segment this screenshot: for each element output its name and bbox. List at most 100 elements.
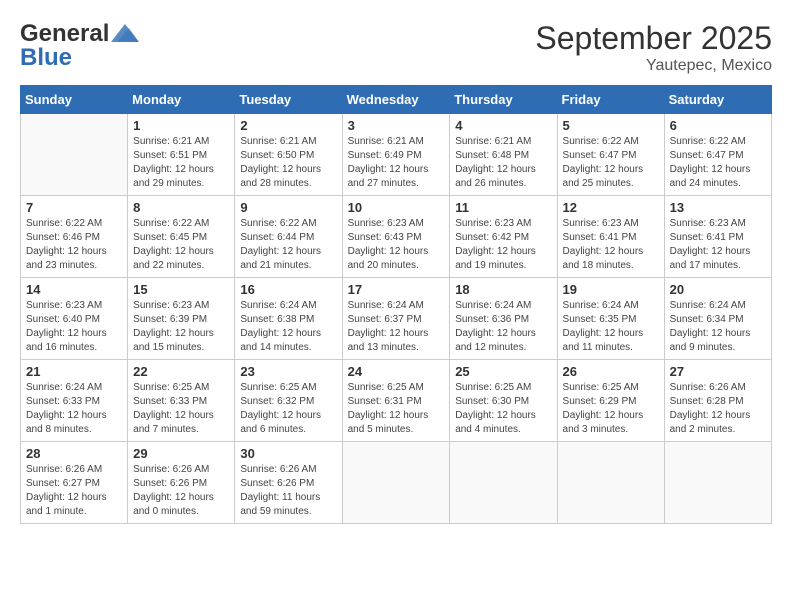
day-info: Sunrise: 6:25 AM Sunset: 6:29 PM Dayligh… <box>563 381 659 437</box>
calendar-cell: 10 Sunrise: 6:23 AM Sunset: 6:43 PM Dayli… <box>342 196 450 278</box>
day-number: 1 <box>133 118 229 133</box>
calendar-cell: 4 Sunrise: 6:21 AM Sunset: 6:48 PM Daylig… <box>450 114 557 196</box>
day-number: 18 <box>455 282 551 297</box>
calendar-cell: 24Sunrise: 6:25 AM Sunset: 6:31 PM Dayli… <box>342 360 450 442</box>
day-number: 13 <box>670 200 766 215</box>
calendar-cell <box>557 442 664 524</box>
calendar-cell <box>664 442 771 524</box>
day-number: 4 <box>455 118 551 133</box>
day-number: 5 <box>563 118 659 133</box>
day-info: Sunrise: 6:23 AM Sunset: 6:40 PM Dayligh… <box>26 299 122 355</box>
calendar-cell <box>450 442 557 524</box>
day-number: 2 <box>240 118 336 133</box>
calendar-cell: 23 Sunrise: 6:25 AM Sunset: 6:32 PM Dayli… <box>235 360 342 442</box>
calendar-cell: 2 Sunrise: 6:21 AM Sunset: 6:50 PM Daylig… <box>235 114 342 196</box>
calendar-cell: 3Sunrise: 6:21 AM Sunset: 6:49 PM Daylig… <box>342 114 450 196</box>
week-row-5: 28 Sunrise: 6:26 AM Sunset: 6:27 PM Dayli… <box>21 442 772 524</box>
day-info: Sunrise: 6:26 AM Sunset: 6:28 PM Dayligh… <box>670 381 766 437</box>
column-header-sunday: Sunday <box>21 86 128 114</box>
day-number: 27 <box>670 364 766 379</box>
day-info: Sunrise: 6:24 AM Sunset: 6:38 PM Dayligh… <box>240 299 336 355</box>
calendar-cell: 7 Sunrise: 6:22 AM Sunset: 6:46 PM Daylig… <box>21 196 128 278</box>
day-info: Sunrise: 6:24 AM Sunset: 6:34 PM Dayligh… <box>670 299 766 355</box>
calendar-cell: 5 Sunrise: 6:22 AM Sunset: 6:47 PM Daylig… <box>557 114 664 196</box>
day-number: 15 <box>133 282 229 297</box>
calendar-cell: 1Sunrise: 6:21 AM Sunset: 6:51 PM Daylig… <box>128 114 235 196</box>
calendar-cell: 26 Sunrise: 6:25 AM Sunset: 6:29 PM Dayli… <box>557 360 664 442</box>
day-info: Sunrise: 6:22 AM Sunset: 6:46 PM Dayligh… <box>26 217 122 273</box>
day-number: 20 <box>670 282 766 297</box>
week-row-2: 7 Sunrise: 6:22 AM Sunset: 6:46 PM Daylig… <box>21 196 772 278</box>
day-number: 29 <box>133 446 229 461</box>
day-number: 12 <box>563 200 659 215</box>
day-info: Sunrise: 6:24 AM Sunset: 6:33 PM Dayligh… <box>26 381 122 437</box>
day-number: 26 <box>563 364 659 379</box>
calendar-cell: 28 Sunrise: 6:26 AM Sunset: 6:27 PM Dayli… <box>21 442 128 524</box>
day-info: Sunrise: 6:26 AM Sunset: 6:27 PM Dayligh… <box>26 463 122 519</box>
day-info: Sunrise: 6:22 AM Sunset: 6:47 PM Dayligh… <box>670 135 766 191</box>
day-number: 11 <box>455 200 551 215</box>
day-number: 9 <box>240 200 336 215</box>
day-info: Sunrise: 6:25 AM Sunset: 6:31 PM Dayligh… <box>348 381 445 437</box>
day-info: Sunrise: 6:21 AM Sunset: 6:48 PM Dayligh… <box>455 135 551 191</box>
logo-icon <box>111 24 139 44</box>
page-header: General Blue September 2025 Yautepec, Me… <box>20 20 772 75</box>
day-number: 22 <box>133 364 229 379</box>
title-block: September 2025 Yautepec, Mexico <box>535 20 772 75</box>
day-info: Sunrise: 6:24 AM Sunset: 6:35 PM Dayligh… <box>563 299 659 355</box>
calendar-header-row: SundayMondayTuesdayWednesdayThursdayFrid… <box>21 86 772 114</box>
calendar-cell: 25 Sunrise: 6:25 AM Sunset: 6:30 PM Dayli… <box>450 360 557 442</box>
column-header-wednesday: Wednesday <box>342 86 450 114</box>
calendar-cell: 13 Sunrise: 6:23 AM Sunset: 6:41 PM Dayli… <box>664 196 771 278</box>
day-info: Sunrise: 6:23 AM Sunset: 6:41 PM Dayligh… <box>563 217 659 273</box>
calendar-cell: 29 Sunrise: 6:26 AM Sunset: 6:26 PM Dayli… <box>128 442 235 524</box>
day-info: Sunrise: 6:21 AM Sunset: 6:49 PM Dayligh… <box>348 135 445 191</box>
calendar-cell <box>21 114 128 196</box>
calendar-cell: 20 Sunrise: 6:24 AM Sunset: 6:34 PM Dayli… <box>664 278 771 360</box>
column-header-friday: Friday <box>557 86 664 114</box>
day-number: 25 <box>455 364 551 379</box>
day-number: 7 <box>26 200 122 215</box>
calendar-cell: 11 Sunrise: 6:23 AM Sunset: 6:42 PM Dayli… <box>450 196 557 278</box>
week-row-4: 21 Sunrise: 6:24 AM Sunset: 6:33 PM Dayli… <box>21 360 772 442</box>
calendar-cell: 6Sunrise: 6:22 AM Sunset: 6:47 PM Daylig… <box>664 114 771 196</box>
column-header-monday: Monday <box>128 86 235 114</box>
day-info: Sunrise: 6:24 AM Sunset: 6:36 PM Dayligh… <box>455 299 551 355</box>
day-number: 19 <box>563 282 659 297</box>
day-info: Sunrise: 6:25 AM Sunset: 6:30 PM Dayligh… <box>455 381 551 437</box>
day-info: Sunrise: 6:22 AM Sunset: 6:44 PM Dayligh… <box>240 217 336 273</box>
day-info: Sunrise: 6:24 AM Sunset: 6:37 PM Dayligh… <box>348 299 445 355</box>
day-info: Sunrise: 6:23 AM Sunset: 6:41 PM Dayligh… <box>670 217 766 273</box>
day-info: Sunrise: 6:23 AM Sunset: 6:42 PM Dayligh… <box>455 217 551 273</box>
calendar-cell: 18 Sunrise: 6:24 AM Sunset: 6:36 PM Dayli… <box>450 278 557 360</box>
day-number: 21 <box>26 364 122 379</box>
day-info: Sunrise: 6:25 AM Sunset: 6:32 PM Dayligh… <box>240 381 336 437</box>
day-number: 10 <box>348 200 445 215</box>
calendar-table: SundayMondayTuesdayWednesdayThursdayFrid… <box>20 85 772 524</box>
calendar-cell: 27 Sunrise: 6:26 AM Sunset: 6:28 PM Dayli… <box>664 360 771 442</box>
calendar-cell: 14 Sunrise: 6:23 AM Sunset: 6:40 PM Dayli… <box>21 278 128 360</box>
day-info: Sunrise: 6:21 AM Sunset: 6:50 PM Dayligh… <box>240 135 336 191</box>
calendar-cell: 12 Sunrise: 6:23 AM Sunset: 6:41 PM Dayli… <box>557 196 664 278</box>
calendar-cell: 17 Sunrise: 6:24 AM Sunset: 6:37 PM Dayli… <box>342 278 450 360</box>
calendar-cell: 16Sunrise: 6:24 AM Sunset: 6:38 PM Dayli… <box>235 278 342 360</box>
calendar-cell: 30Sunrise: 6:26 AM Sunset: 6:26 PM Dayli… <box>235 442 342 524</box>
calendar-cell: 8 Sunrise: 6:22 AM Sunset: 6:45 PM Daylig… <box>128 196 235 278</box>
calendar-cell <box>342 442 450 524</box>
week-row-1: 1Sunrise: 6:21 AM Sunset: 6:51 PM Daylig… <box>21 114 772 196</box>
day-info: Sunrise: 6:22 AM Sunset: 6:45 PM Dayligh… <box>133 217 229 273</box>
day-info: Sunrise: 6:26 AM Sunset: 6:26 PM Dayligh… <box>133 463 229 519</box>
day-number: 14 <box>26 282 122 297</box>
day-number: 28 <box>26 446 122 461</box>
week-row-3: 14 Sunrise: 6:23 AM Sunset: 6:40 PM Dayli… <box>21 278 772 360</box>
day-number: 17 <box>348 282 445 297</box>
day-number: 23 <box>240 364 336 379</box>
day-info: Sunrise: 6:23 AM Sunset: 6:43 PM Dayligh… <box>348 217 445 273</box>
day-info: Sunrise: 6:23 AM Sunset: 6:39 PM Dayligh… <box>133 299 229 355</box>
logo: General Blue <box>20 20 139 72</box>
day-info: Sunrise: 6:22 AM Sunset: 6:47 PM Dayligh… <box>563 135 659 191</box>
day-number: 8 <box>133 200 229 215</box>
location-subtitle: Yautepec, Mexico <box>535 57 772 75</box>
month-title: September 2025 <box>535 20 772 57</box>
column-header-thursday: Thursday <box>450 86 557 114</box>
